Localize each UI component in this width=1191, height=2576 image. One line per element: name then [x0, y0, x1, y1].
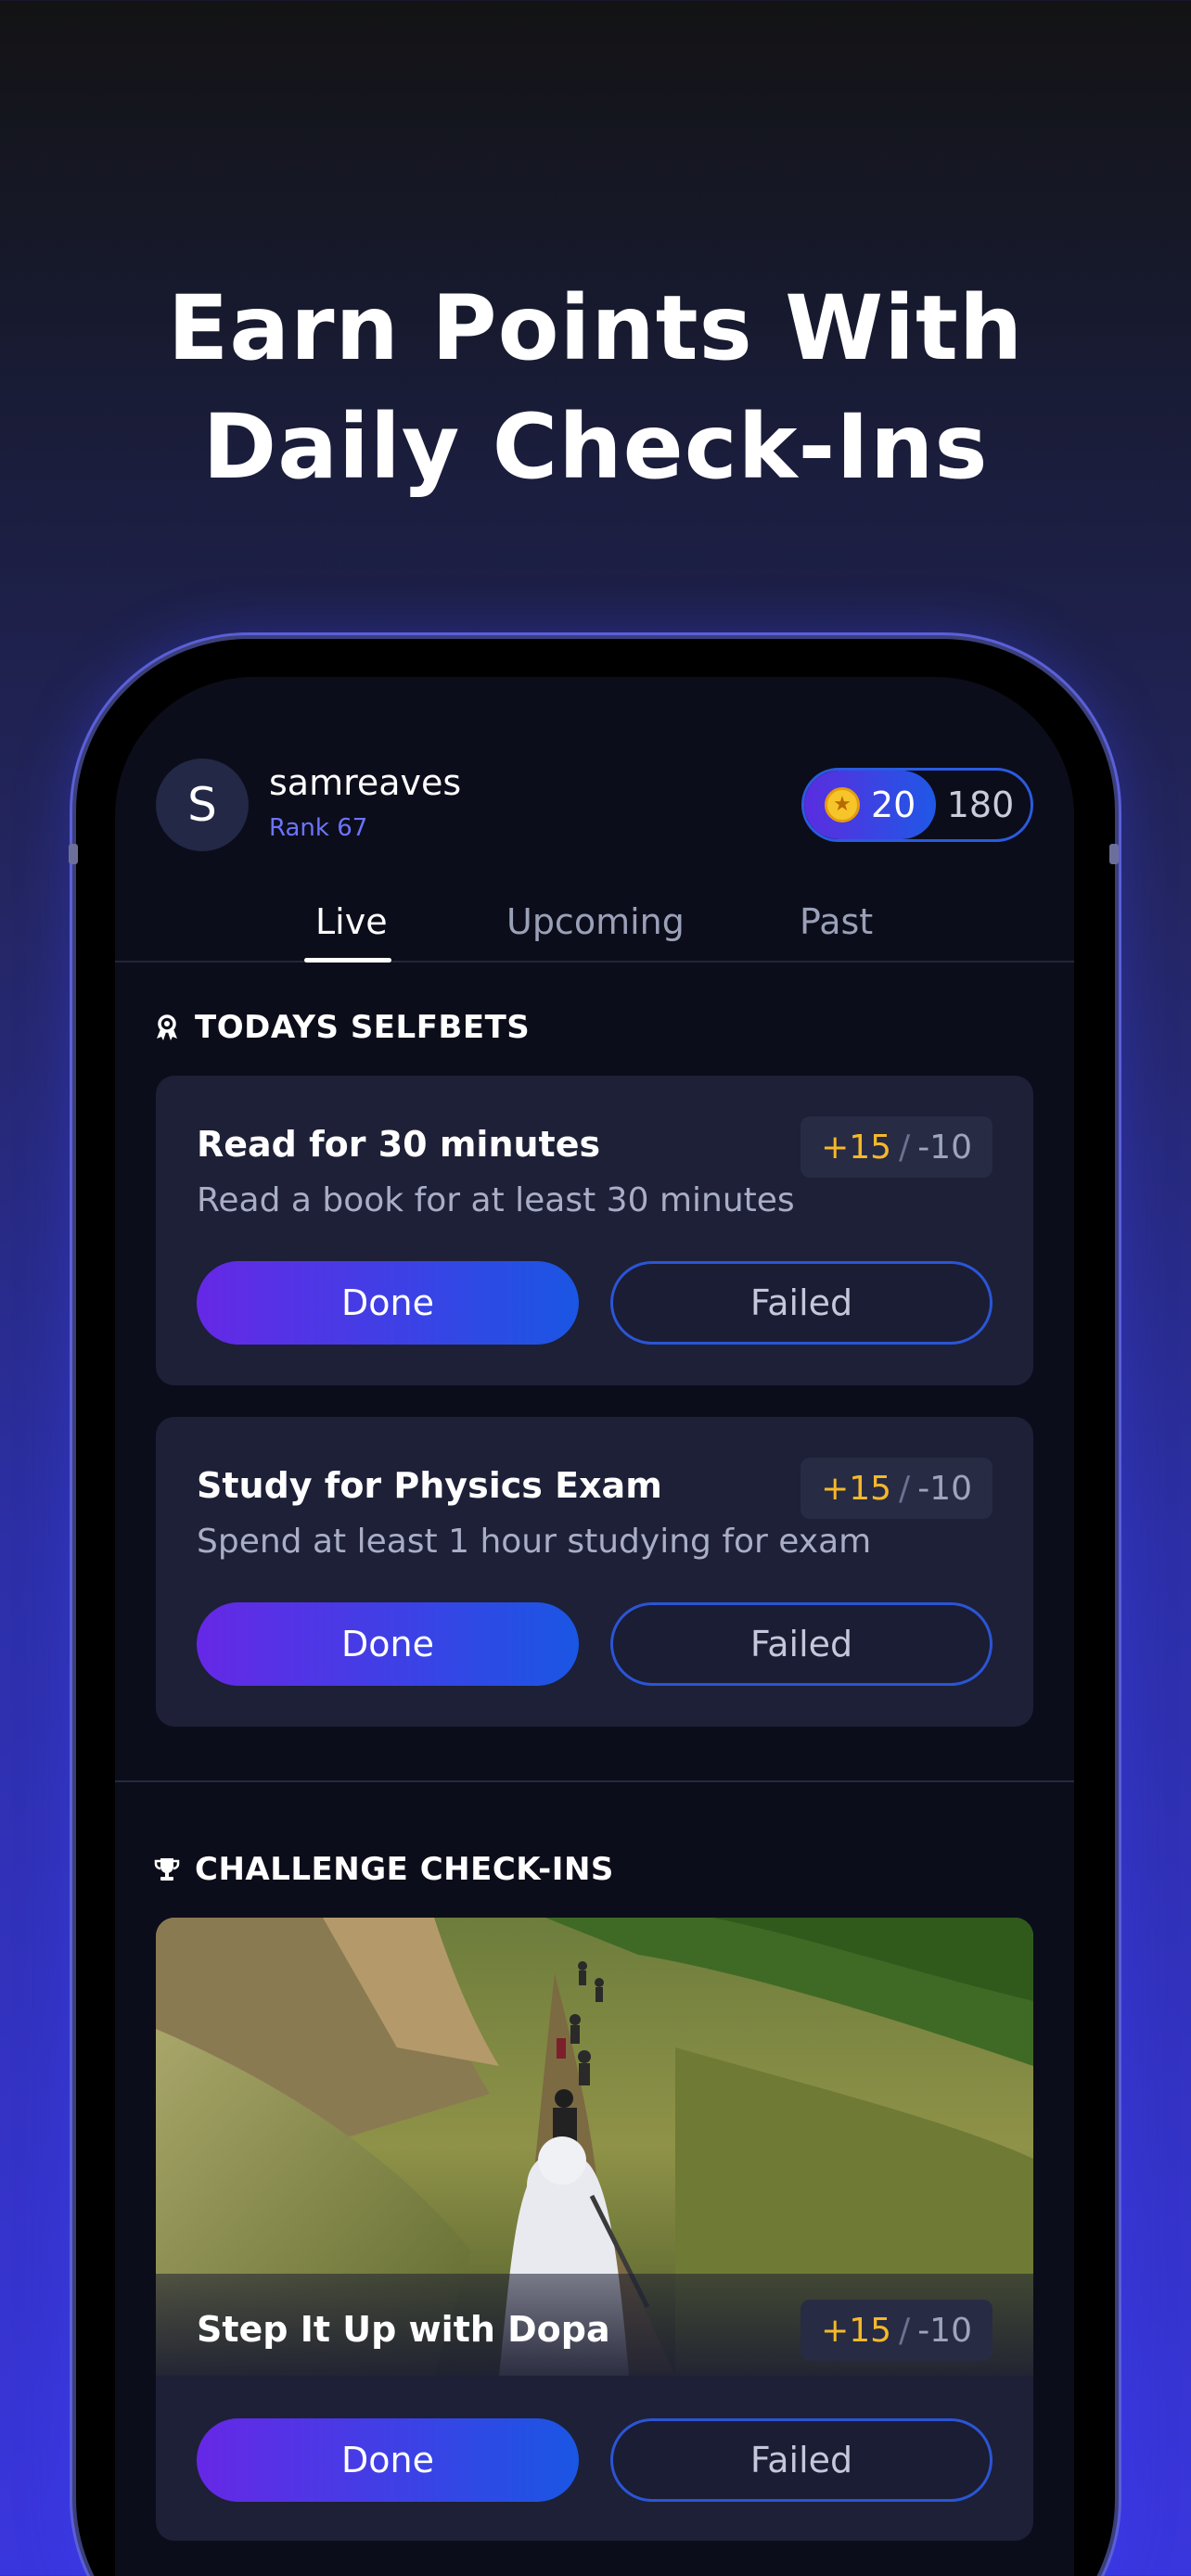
headline-line-1: Earn Points With [167, 276, 1024, 380]
phone-side-button-right [1109, 844, 1119, 864]
score-badge: +15 / -10 [800, 1458, 992, 1519]
score-separator: / [899, 1469, 911, 1508]
tab-bar: Live Upcoming Past [115, 898, 1074, 963]
done-button[interactable]: Done [197, 1602, 579, 1686]
phone-side-button-left [69, 844, 78, 864]
ribbon-badge-icon [157, 1014, 177, 1040]
active-tab-indicator [304, 958, 391, 963]
score-plus: +15 [821, 2311, 892, 2350]
section-title-text: CHALLENGE CHECK-INS [195, 1851, 614, 1888]
score-minus: -10 [917, 1128, 972, 1167]
challenge-title: Step It Up with Dopa [197, 2309, 610, 2350]
section-title-challenges: CHALLENGE CHECK-INS [152, 1851, 614, 1888]
score-separator: / [899, 2311, 911, 2350]
selfbet-description: Read a book for at least 30 minutes [197, 1181, 795, 1219]
tab-live[interactable]: Live [315, 901, 388, 942]
score-plus: +15 [821, 1128, 892, 1167]
app-screen: S samreaves Rank 67 ★ 20 180 Live Upcomi… [115, 677, 1074, 2576]
tab-upcoming[interactable]: Upcoming [506, 901, 685, 942]
selfbet-description: Spend at least 1 hour studying for exam [197, 1523, 872, 1561]
trophy-icon [154, 1858, 180, 1881]
points-total: 180 [946, 784, 1015, 825]
score-minus: -10 [917, 1469, 972, 1508]
done-button[interactable]: Done [197, 2418, 579, 2502]
rank-label: Rank 67 [269, 814, 368, 842]
score-minus: -10 [917, 2311, 972, 2350]
score-plus: +15 [821, 1469, 892, 1508]
points-pill[interactable]: ★ 20 180 [801, 768, 1033, 842]
selfbet-title: Study for Physics Exam [197, 1465, 662, 1506]
tab-past[interactable]: Past [800, 901, 873, 942]
username: samreaves [269, 762, 462, 803]
section-title-text: TODAYS SELFBETS [195, 1009, 531, 1046]
star-coin-icon: ★ [825, 787, 860, 823]
failed-button[interactable]: Failed [610, 1261, 992, 1345]
points-earned: ★ 20 [804, 771, 936, 839]
failed-button[interactable]: Failed [610, 1602, 992, 1686]
selfbet-title: Read for 30 minutes [197, 1124, 601, 1165]
challenge-card: Step It Up with Dopa +15 / -10 Done Fail… [156, 1918, 1033, 2541]
done-button[interactable]: Done [197, 1261, 579, 1345]
headline: Earn Points With Daily Check-Ins [0, 269, 1191, 506]
headline-line-2: Daily Check-Ins [202, 395, 989, 499]
failed-button[interactable]: Failed [610, 2418, 992, 2502]
section-title-selfbets: TODAYS SELFBETS [152, 1009, 530, 1046]
score-badge: +15 / -10 [800, 1116, 992, 1178]
avatar[interactable]: S [156, 759, 249, 851]
score-separator: / [899, 1128, 911, 1167]
points-earned-value: 20 [871, 784, 916, 825]
avatar-initial: S [187, 778, 217, 832]
selfbet-card: Study for Physics Exam +15 / -10 Spend a… [156, 1417, 1033, 1727]
section-divider [115, 1780, 1074, 1782]
score-badge: +15 / -10 [800, 2300, 992, 2361]
selfbet-card: Read for 30 minutes +15 / -10 Read a boo… [156, 1076, 1033, 1385]
